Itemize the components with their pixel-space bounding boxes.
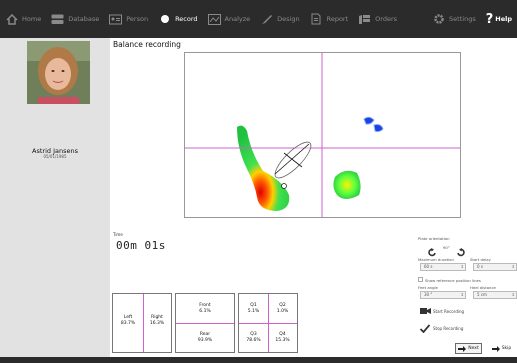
left-right-box: Left 83.7% Right 16.3% xyxy=(112,293,172,353)
q4-value: 15.3% xyxy=(275,338,290,343)
nav-database-label: Database xyxy=(68,15,100,23)
analyze-icon xyxy=(207,13,221,25)
feet-angle-spinner[interactable]: 30 ° ⇕ xyxy=(420,291,466,299)
right-stat: Right 16.3% xyxy=(143,315,171,327)
start-recording-button[interactable]: Start Recording xyxy=(420,307,464,315)
patient-dob: 05/01/1985 xyxy=(43,154,67,159)
nav-design[interactable]: Design xyxy=(255,0,304,38)
q1-stat: Q1 5.1% xyxy=(239,303,268,315)
nav-help-label: Help xyxy=(495,15,512,23)
start-delay-label: Start delay xyxy=(470,257,491,262)
heel-distance-label: Heel distance xyxy=(470,285,496,290)
start-delay-spinner[interactable]: 0 s ⇕ xyxy=(473,263,517,271)
max-duration-spinner[interactable]: 60 s ⇕ xyxy=(420,263,466,271)
rear-value: 93.9% xyxy=(197,338,213,343)
q2-stat: Q2 1.0% xyxy=(268,303,297,315)
rotate-left-button[interactable] xyxy=(428,242,437,257)
report-icon xyxy=(310,13,323,25)
max-duration-value: 60 s xyxy=(424,264,433,269)
checkmark-icon xyxy=(420,324,430,333)
pressure-spot xyxy=(373,124,384,133)
q3-stat: Q3 78.6% xyxy=(239,332,268,344)
arrow-right-icon xyxy=(458,345,467,352)
nav-person-label: Person xyxy=(126,15,149,23)
time-label: Time xyxy=(113,232,123,237)
rotate-right-button[interactable] xyxy=(456,242,465,257)
nav-home-label: Home xyxy=(22,15,42,23)
question-icon: ? xyxy=(485,11,494,27)
nav-report[interactable]: Report xyxy=(305,0,354,38)
spinner-arrows-icon: ⇕ xyxy=(460,264,464,269)
time-value: 00m 01s xyxy=(116,239,166,252)
pressure-map xyxy=(184,52,461,218)
rotation-value: 90° xyxy=(443,245,450,250)
pencil-icon xyxy=(260,13,273,25)
gear-icon xyxy=(432,13,445,25)
skip-arrow-icon xyxy=(491,345,500,352)
right-value: 16.3% xyxy=(149,321,165,326)
nav-person[interactable]: Person xyxy=(104,0,153,38)
person-card-icon xyxy=(109,13,123,25)
nav-database[interactable]: Database xyxy=(46,0,104,38)
spinner-arrows-icon: ⇕ xyxy=(511,264,515,269)
orders-icon xyxy=(358,13,371,25)
quadrant-box: Q1 5.1% Q2 1.0% Q3 78.6% Q4 15.3% xyxy=(238,293,298,353)
center-of-pressure-point xyxy=(281,183,287,189)
pressure-map-canvas xyxy=(185,53,460,217)
bottom-bar xyxy=(0,357,517,363)
database-icon xyxy=(51,13,64,25)
feet-angle-label: Feet angle xyxy=(418,285,438,290)
q2-value: 1.0% xyxy=(276,309,289,314)
nav-home[interactable]: Home xyxy=(0,0,46,38)
heel-distance-spinner[interactable]: 5 cm ⇕ xyxy=(473,291,517,299)
pressure-spot xyxy=(363,116,375,125)
next-button[interactable]: Next xyxy=(455,343,482,354)
left-stat: Left 83.7% xyxy=(113,315,143,327)
nav-help[interactable]: ? Help xyxy=(481,0,517,38)
rotate-left-icon xyxy=(428,248,436,257)
page-title: Balance recording xyxy=(113,40,181,49)
record-icon xyxy=(158,13,171,25)
nav-analyze[interactable]: Analyze xyxy=(203,0,256,38)
stop-recording-label: Stop Recording xyxy=(433,326,464,331)
nav-design-label: Design xyxy=(277,15,300,23)
show-reference-lines-checkbox[interactable] xyxy=(418,277,423,282)
q3-value: 78.6% xyxy=(246,338,261,343)
spinner-arrows-icon: ⇕ xyxy=(511,292,515,297)
front-value: 6.1% xyxy=(199,309,211,314)
left-value: 83.7% xyxy=(120,321,136,326)
nav-record[interactable]: Record xyxy=(153,0,202,38)
skip-label: Skip xyxy=(501,346,512,351)
q1-value: 5.1% xyxy=(247,309,260,314)
skip-button[interactable]: Skip xyxy=(488,343,515,354)
start-delay-value: 0 s xyxy=(477,264,483,269)
next-label: Next xyxy=(468,346,479,351)
q4-stat: Q4 15.3% xyxy=(268,332,297,344)
rear-stat: Rear 93.9% xyxy=(176,332,234,344)
front-rear-box: Front 6.1% Rear 93.9% xyxy=(175,293,235,353)
stop-recording-button[interactable]: Stop Recording xyxy=(420,324,463,333)
top-toolbar: Home Database Person Record Analyze Desi… xyxy=(0,0,517,38)
patient-panel: Astrid Jansens 05/01/1985 xyxy=(0,38,110,358)
nav-orders-label: Orders xyxy=(375,15,398,23)
max-duration-label: Maximum duration xyxy=(418,257,454,262)
heel-distance-value: 5 cm xyxy=(477,292,487,297)
home-icon xyxy=(5,13,18,25)
nav-settings-label: Settings xyxy=(449,15,476,23)
right-foot-pressure xyxy=(333,170,361,199)
patient-photo xyxy=(27,41,90,104)
camera-icon xyxy=(420,308,431,314)
start-recording-label: Start Recording xyxy=(433,308,465,314)
nav-record-label: Record xyxy=(175,15,198,23)
nav-settings[interactable]: Settings xyxy=(427,0,481,38)
nav-orders[interactable]: Orders xyxy=(353,0,402,38)
front-stat: Front 6.1% xyxy=(176,303,234,315)
feet-angle-value: 30 ° xyxy=(424,292,433,297)
nav-report-label: Report xyxy=(326,15,349,23)
plate-orientation-label: Plate orientation xyxy=(418,236,450,241)
spinner-arrows-icon: ⇕ xyxy=(460,292,464,297)
nav-analyze-label: Analyze xyxy=(224,15,251,23)
show-reference-lines-label: Show reference position lines xyxy=(425,278,481,283)
rotate-right-icon xyxy=(457,248,465,257)
